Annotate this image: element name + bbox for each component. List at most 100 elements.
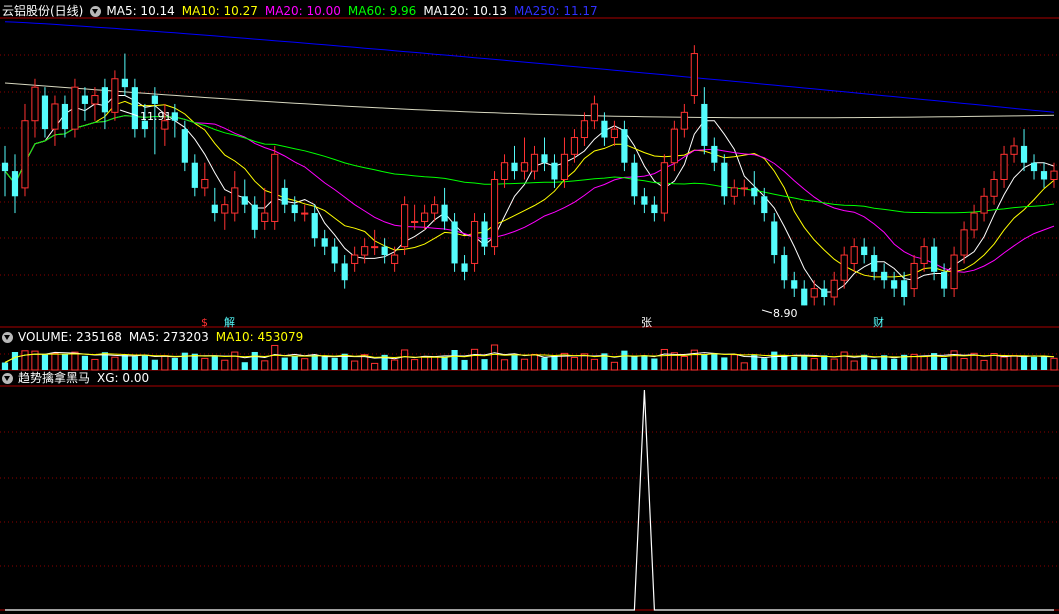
volume-bar	[500, 359, 509, 371]
candle-body	[301, 212, 309, 215]
volume-bar	[960, 357, 968, 371]
candle-body	[891, 280, 898, 289]
candle-body	[441, 204, 448, 222]
candle-body	[740, 187, 748, 190]
xg-signal-line	[5, 389, 1054, 611]
volume-bar	[590, 358, 599, 371]
candle-body	[61, 103, 69, 130]
volume-bar	[1, 362, 9, 370]
candle-body	[430, 204, 439, 214]
kline-chart[interactable]: 11.91 8.90 $ 解 张 财	[0, 0, 1059, 614]
volume-bar	[421, 356, 429, 371]
volume-panel-header: VOLUME: 235168 MA5: 273203 MA10: 453079	[2, 329, 310, 345]
candle-body	[980, 195, 988, 214]
volume-bar	[41, 354, 49, 370]
candle-body	[781, 255, 788, 281]
candle-body	[771, 221, 778, 256]
volume-bar	[470, 348, 479, 371]
ma250-legend: MA250: 11.17	[514, 4, 598, 18]
volume-bar	[91, 358, 99, 371]
candle-body	[901, 280, 908, 298]
candle-body	[421, 212, 429, 222]
volume-bar	[490, 344, 499, 371]
volume-bar	[121, 354, 128, 370]
volume-bar	[1040, 356, 1048, 370]
volume-bar	[141, 354, 148, 370]
candle-body	[810, 288, 818, 298]
volume-bar	[1010, 355, 1018, 371]
candle-body	[840, 254, 848, 281]
volume-bar	[920, 355, 928, 371]
candle-body	[751, 187, 758, 197]
volume-bar	[311, 354, 318, 370]
candle-body	[651, 204, 658, 214]
candle-body	[520, 162, 529, 172]
candle-body	[1000, 153, 1008, 180]
candle-body	[551, 162, 558, 180]
candle-body	[281, 187, 288, 205]
candle-body	[1, 162, 9, 172]
volume-bar	[291, 356, 298, 370]
candle-body	[791, 280, 798, 289]
volume-bar	[281, 357, 288, 370]
volume-bar	[711, 353, 718, 370]
stock-title[interactable]: 云铝股份(日线)	[2, 3, 83, 19]
candle-body	[621, 129, 628, 163]
candle-body	[341, 263, 348, 281]
candle-body	[311, 213, 318, 239]
volume-bar	[451, 350, 458, 370]
volume-bar	[941, 357, 948, 370]
volume-bar	[221, 359, 229, 371]
candle-body	[231, 187, 239, 214]
candle-body	[631, 162, 638, 197]
volume-bar	[461, 359, 468, 370]
volume-bar	[881, 355, 888, 370]
candle-body	[721, 162, 728, 197]
volume-bar	[761, 358, 768, 370]
candle-body	[371, 246, 379, 249]
volume-bar	[980, 359, 988, 371]
volume-bar	[950, 350, 958, 371]
candle-body	[241, 196, 248, 205]
volume-bar	[351, 360, 359, 371]
candle-body	[221, 204, 229, 214]
candle-body	[401, 204, 409, 248]
candle-body	[351, 254, 359, 264]
volume-bar	[871, 359, 878, 370]
volume-bar	[511, 355, 518, 370]
candle-body	[950, 254, 958, 290]
chevron-down-icon[interactable]	[2, 372, 13, 384]
candle-body	[261, 212, 269, 222]
candle-body	[871, 255, 878, 272]
candle-body	[500, 162, 509, 180]
candle-body	[881, 271, 888, 281]
indicator-name[interactable]: 趋势擒拿黑马	[18, 370, 90, 386]
volume-bar	[1030, 356, 1038, 370]
volume-bar	[371, 362, 379, 371]
candle-body	[31, 86, 39, 122]
ma20-line	[4, 115, 1055, 273]
volume-bar	[61, 354, 69, 370]
candle-body	[641, 196, 648, 205]
candle-body	[171, 112, 178, 121]
chevron-down-icon[interactable]	[90, 5, 102, 17]
volume-bar	[1050, 357, 1058, 371]
candle-body	[71, 86, 79, 130]
candle-body	[41, 95, 49, 130]
candle-body	[910, 262, 918, 290]
candle-body	[801, 288, 808, 306]
xg-indicator	[5, 389, 1054, 611]
candle-body	[970, 212, 978, 231]
volume-bar	[201, 357, 209, 371]
candle-body	[960, 229, 968, 256]
volume-bar	[641, 355, 648, 370]
volume-bar	[810, 358, 818, 371]
volume-bar	[680, 355, 688, 371]
candle-body	[461, 263, 468, 272]
candle-body	[121, 78, 128, 88]
ma60-line	[4, 115, 1055, 214]
candle-body	[490, 178, 499, 248]
candle-body	[251, 204, 258, 230]
chevron-down-icon[interactable]	[2, 331, 13, 343]
volume-bar	[71, 351, 79, 371]
